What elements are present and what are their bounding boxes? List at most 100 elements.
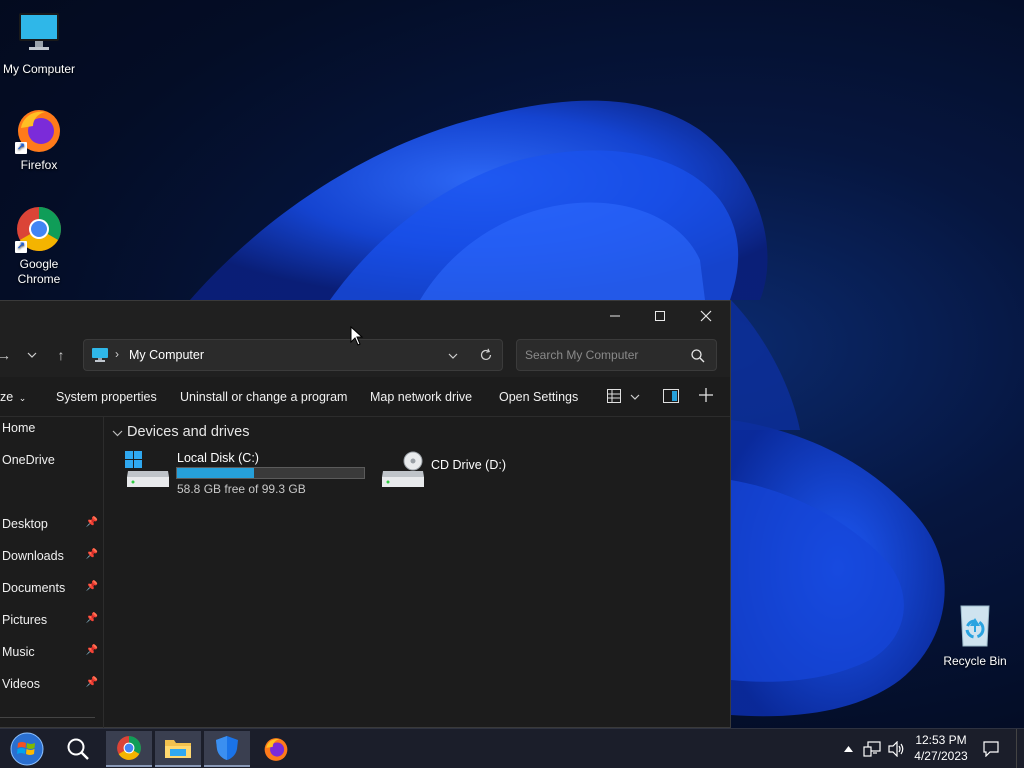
firefox-icon: ↗ [15, 106, 63, 154]
taskbar-app-chrome[interactable] [106, 731, 152, 767]
sidebar-item-label: Documents [2, 581, 66, 595]
chrome-icon [117, 736, 141, 760]
desktop-icon-label: My Computer [2, 62, 76, 76]
cut-off-command-button[interactable]: ze ⌄ [0, 390, 26, 404]
plus-icon [699, 388, 713, 402]
start-button[interactable] [4, 731, 50, 767]
group-header[interactable]: Devices and drives [127, 424, 250, 440]
search-icon[interactable] [691, 349, 705, 363]
arrow-up-icon: ↑ [57, 347, 65, 363]
sidebar-item-label: OneDrive [2, 453, 55, 467]
desktop-icon-label: Google Chrome [17, 257, 61, 286]
desktop-icon-my-computer[interactable]: My Computer [0, 10, 79, 76]
pin-icon: 📌 [85, 549, 98, 560]
sidebar-item-label: Videos [2, 677, 40, 691]
title-bar[interactable] [0, 301, 730, 331]
shield-icon [216, 736, 238, 760]
recycle-bin-icon [951, 602, 999, 650]
system-properties-button[interactable]: System properties [56, 390, 157, 404]
network-icon [863, 741, 881, 757]
drive-cd-d[interactable]: CD Drive (D:) [380, 449, 510, 497]
pin-icon: 📌 [85, 581, 98, 592]
navigation-pane: Home OneDrive Desktop 📌 Downloads 📌 Docu… [0, 417, 104, 729]
desktop-icon-recycle-bin[interactable]: Recycle Bin [935, 602, 1015, 668]
system-clock[interactable]: 12:53 PM 4/27/2023 [905, 732, 977, 764]
maximize-button[interactable] [637, 301, 683, 331]
search-box[interactable] [516, 339, 717, 371]
close-icon [700, 310, 712, 322]
add-button[interactable] [699, 388, 713, 405]
monitor-icon [15, 10, 63, 58]
caret-up-icon [843, 746, 853, 752]
up-button[interactable]: ↑ [49, 343, 73, 367]
drive-usage-bar [176, 467, 365, 479]
close-button[interactable] [683, 301, 729, 331]
taskbar: 12:53 PM 4/27/2023 [0, 728, 1024, 768]
sidebar-item-desktop[interactable]: Desktop 📌 [0, 513, 104, 537]
command-label: ze [0, 390, 14, 404]
windows-drive-icon [125, 451, 169, 487]
pin-icon: 📌 [85, 613, 98, 624]
sidebar-item-label: Downloads [2, 549, 64, 563]
chevron-down-icon: ⌄ [18, 393, 27, 403]
command-bar: ze ⌄ System properties Uninstall or chan… [0, 377, 730, 417]
address-location[interactable]: My Computer [129, 348, 204, 362]
chevron-down-icon[interactable] [448, 353, 458, 359]
desktop-icon-firefox[interactable]: ↗ Firefox [0, 106, 79, 172]
show-desktop-button[interactable] [1016, 729, 1024, 768]
arrow-right-icon: → [0, 347, 11, 363]
map-network-drive-button[interactable]: Map network drive [370, 390, 472, 404]
refresh-icon[interactable] [479, 348, 493, 362]
sidebar-item-downloads[interactable]: Downloads 📌 [0, 545, 104, 569]
minimize-button[interactable] [592, 301, 638, 331]
address-bar[interactable]: › My Computer [83, 339, 503, 371]
view-layout-icon [607, 389, 621, 403]
drive-free-space: 58.8 GB free of 99.3 GB [177, 482, 306, 496]
windows-start-orb-icon [10, 732, 44, 766]
pin-icon: 📌 [85, 677, 98, 688]
taskbar-app-firefox[interactable] [253, 731, 299, 767]
details-pane-icon [663, 389, 679, 403]
drive-local-disk-c[interactable]: Local Disk (C:) 58.8 GB free of 99.3 GB [125, 449, 367, 497]
details-pane-button[interactable] [663, 389, 679, 406]
chevron-down-icon[interactable] [112, 430, 123, 437]
file-explorer-window: → ↑ › My Computer Search My Computer ze … [0, 300, 731, 729]
taskbar-app-file-explorer[interactable] [155, 731, 201, 767]
forward-button[interactable]: → [0, 343, 16, 367]
view-button[interactable] [607, 389, 640, 406]
sidebar-divider [0, 717, 95, 718]
sidebar-item-videos[interactable]: Videos 📌 [0, 673, 104, 697]
chevron-down-icon [631, 394, 640, 400]
desktop-icon-label: Firefox [20, 158, 58, 172]
drive-name: Local Disk (C:) [177, 451, 259, 465]
desktop-icon-google-chrome[interactable]: ↗ Google Chrome [0, 205, 79, 287]
folder-icon [165, 740, 191, 758]
cd-drive-icon [382, 451, 424, 487]
search-input[interactable] [525, 347, 685, 363]
shortcut-arrow-icon: ↗ [15, 142, 27, 154]
sidebar-item-onedrive[interactable]: OneDrive [0, 449, 104, 473]
open-settings-button[interactable]: Open Settings [499, 390, 578, 404]
minimize-icon [610, 315, 620, 317]
sidebar-item-label: Home [2, 421, 36, 435]
chrome-icon: ↗ [15, 205, 63, 253]
sidebar-item-label: Desktop [2, 517, 48, 531]
taskbar-app-windows-security[interactable] [204, 731, 250, 767]
sidebar-item-documents[interactable]: Documents 📌 [0, 577, 104, 601]
chevron-down-icon [27, 352, 37, 358]
notifications-button[interactable] [980, 729, 1002, 768]
maximize-icon [655, 311, 665, 321]
drive-name: CD Drive (D:) [431, 458, 506, 472]
sidebar-item-music[interactable]: Music 📌 [0, 641, 104, 665]
desktop-icon-label: Recycle Bin [943, 654, 1007, 668]
speaker-icon [888, 741, 904, 757]
network-button[interactable] [861, 729, 883, 768]
show-hidden-icons-button[interactable] [840, 729, 856, 768]
firefox-icon [264, 738, 288, 761]
uninstall-program-button[interactable]: Uninstall or change a program [180, 390, 347, 404]
sidebar-item-pictures[interactable]: Pictures 📌 [0, 609, 104, 633]
navigation-row: → ↑ › My Computer [0, 331, 730, 377]
search-button[interactable] [55, 731, 101, 767]
sidebar-item-home[interactable]: Home [0, 417, 104, 441]
recent-locations-button[interactable] [20, 343, 44, 367]
